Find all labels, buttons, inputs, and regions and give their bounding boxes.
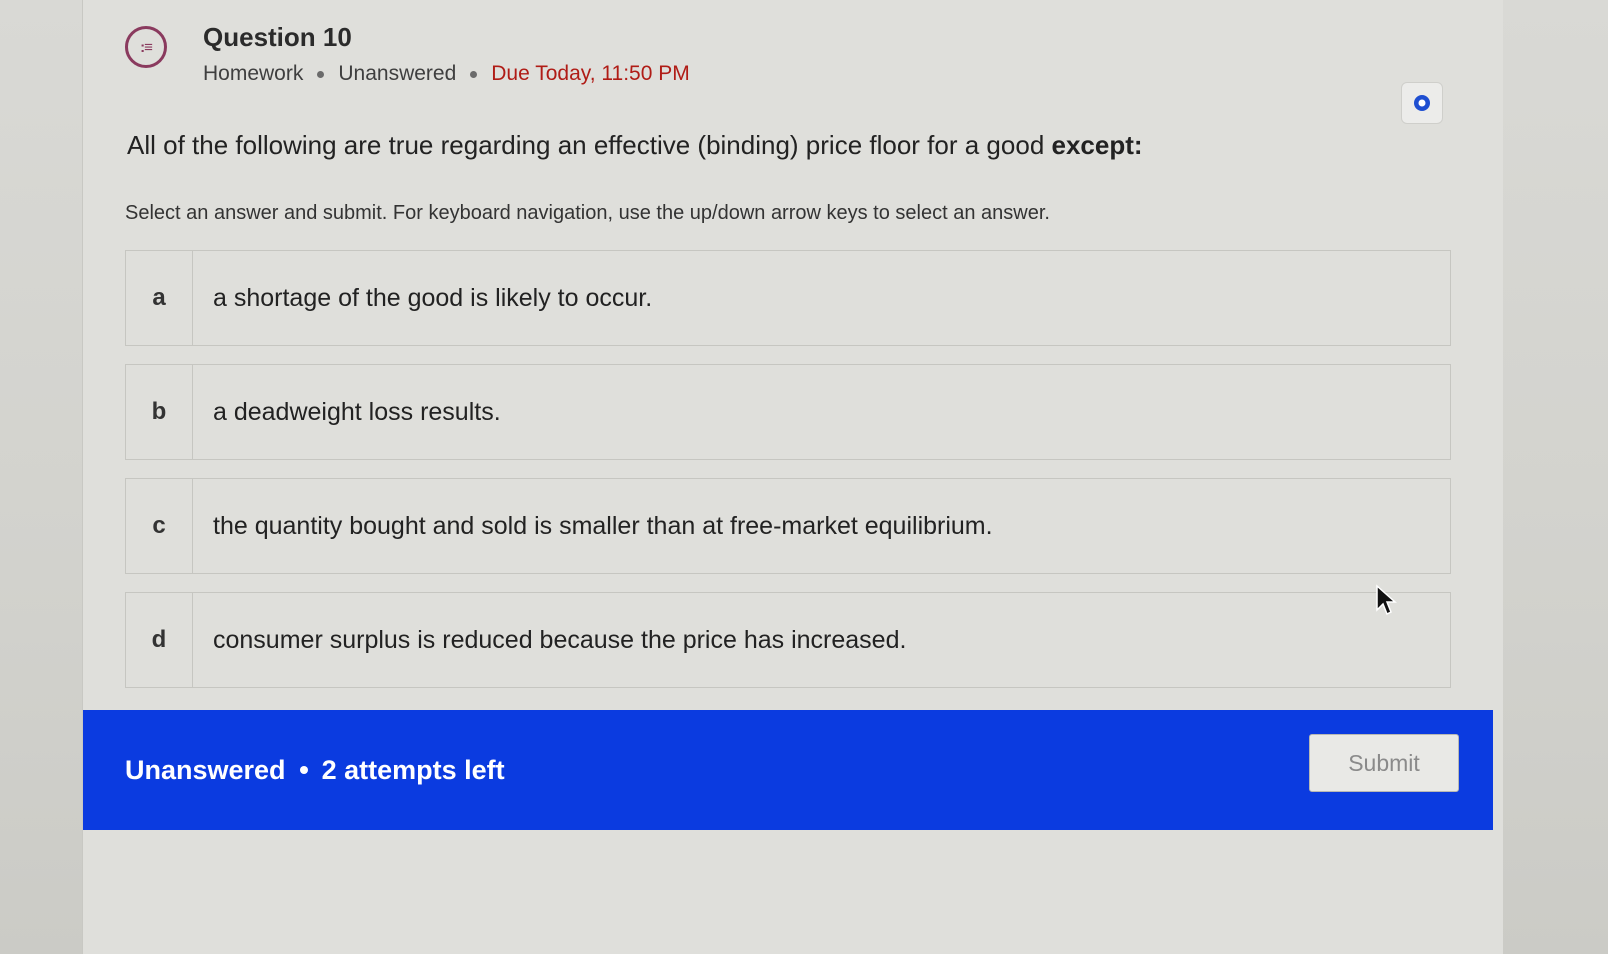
question-text: All of the following are true regarding … [127, 130, 1045, 160]
question-title: Question 10 [203, 22, 352, 52]
submission-bar: Unanswered 2 attempts left Submit [83, 710, 1493, 830]
mouse-pointer-icon [1376, 584, 1397, 616]
attempts-left: 2 attempts left [321, 754, 505, 785]
answer-options: a a shortage of the good is likely to oc… [125, 250, 1451, 706]
question-status: Unanswered [338, 62, 457, 85]
page: :≡ Question 10 Homework Unanswered Due T… [82, 0, 1503, 954]
answer-instructions: Select an answer and submit. For keyboar… [125, 202, 1050, 224]
option-letter: a [126, 251, 193, 345]
question-card: :≡ Question 10 Homework Unanswered Due T… [83, 0, 1503, 850]
answer-option-c[interactable]: c the quantity bought and sold is smalle… [125, 478, 1451, 574]
option-text: a deadweight loss results. [213, 397, 501, 426]
option-letter: c [126, 479, 193, 573]
option-letter: b [126, 365, 193, 459]
answer-option-a[interactable]: a a shortage of the good is likely to oc… [125, 250, 1451, 346]
separator-dot [299, 766, 308, 774]
answer-option-b[interactable]: b a deadweight loss results. [125, 364, 1451, 460]
separator-dot [470, 70, 478, 78]
option-text: a shortage of the good is likely to occu… [213, 283, 653, 312]
question-meta: Homework Unanswered Due Today, 11:50 PM [203, 62, 690, 86]
due-date: Due Today, 11:50 PM [491, 62, 690, 85]
option-text: consumer surplus is reduced because the … [213, 625, 907, 654]
answer-option-d[interactable]: d consumer surplus is reduced because th… [125, 592, 1451, 688]
flag-button[interactable] [1401, 82, 1443, 124]
question-list-icon: :≡ [125, 26, 167, 68]
option-text: the quantity bought and sold is smaller … [213, 511, 993, 540]
circle-icon [1414, 95, 1430, 111]
submit-button[interactable]: Submit [1309, 734, 1459, 792]
separator-dot [317, 70, 325, 78]
answer-status: Unanswered [125, 754, 286, 785]
question-prompt: All of the following are true regarding … [127, 130, 1143, 161]
option-letter: d [126, 593, 193, 687]
submission-status: Unanswered 2 attempts left [125, 755, 505, 786]
question-emphasis: except: [1051, 130, 1143, 160]
assignment-type: Homework [203, 62, 304, 85]
